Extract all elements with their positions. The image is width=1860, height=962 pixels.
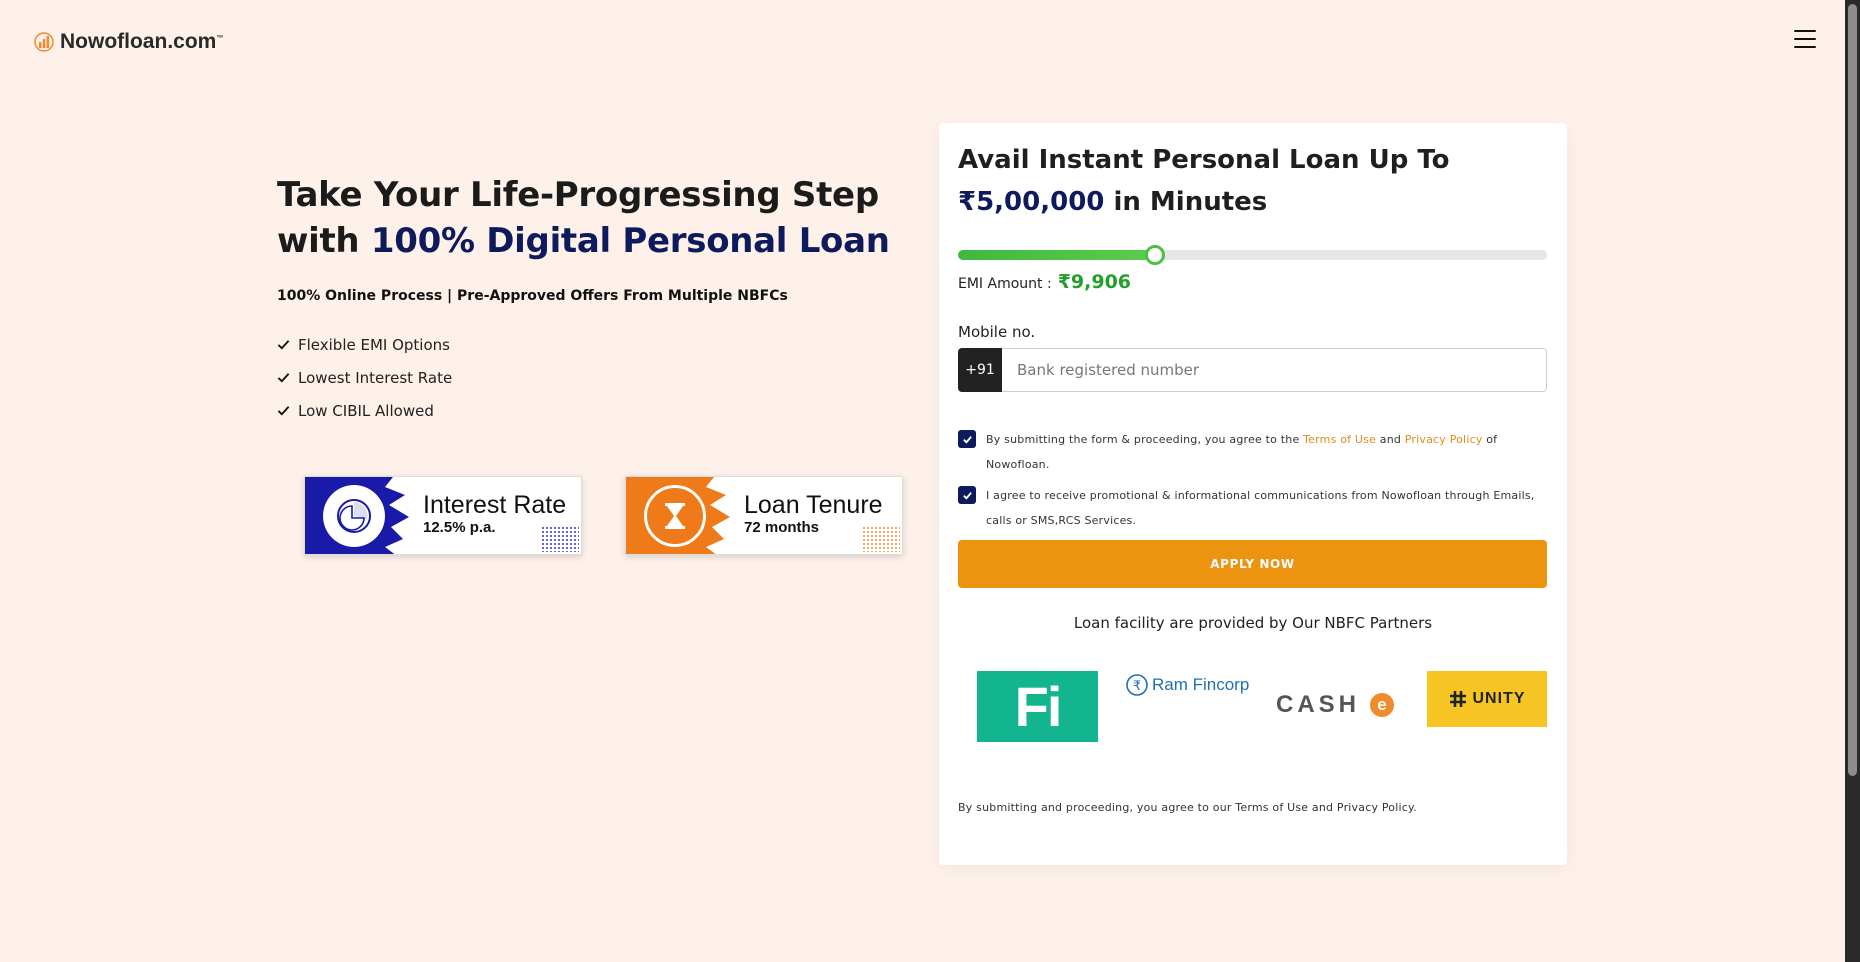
scrollbar-thumb[interactable] (1848, 4, 1857, 776)
feature-item: Lowest Interest Rate (277, 361, 917, 394)
partner-logos: Fi ₹ Ram Fincorp CASH e UNITY (958, 671, 1547, 751)
feature-list: Flexible EMI Options Lowest Interest Rat… (277, 328, 917, 427)
fi-logo: Fi (977, 671, 1098, 742)
mobile-label: Mobile no. (958, 323, 1036, 341)
slider-fill (958, 250, 1156, 260)
promo-checkbox[interactable] (958, 486, 976, 504)
unity-logo: UNITY (1427, 671, 1547, 727)
terms-checkbox[interactable] (958, 430, 976, 448)
emi-display: EMI Amount : ₹9,906 (958, 271, 1131, 293)
hamburger-menu-icon[interactable] (1794, 30, 1816, 48)
form-title: Avail Instant Personal Loan Up To ₹5,00,… (958, 145, 1450, 217)
scrollbar[interactable] (1845, 0, 1860, 962)
slider-handle[interactable] (1145, 245, 1166, 265)
feature-item: Flexible EMI Options (277, 328, 917, 361)
emi-label: EMI Amount : (958, 276, 1052, 292)
emi-value: ₹9,906 (1057, 271, 1132, 293)
ram-fincorp-logo: ₹ Ram Fincorp (1126, 674, 1249, 696)
check-icon (277, 340, 290, 350)
badge-title: Loan Tenure (744, 491, 883, 519)
interest-rate-badge: Interest Rate 12.5% p.a. (304, 476, 582, 555)
mobile-input[interactable] (1002, 348, 1547, 392)
promo-consent: I agree to receive promotional & informa… (958, 483, 1548, 533)
loan-tenure-badge: Loan Tenure 72 months (625, 476, 903, 555)
check-icon (277, 373, 290, 383)
checkmark-icon (962, 491, 972, 500)
dot-pattern (862, 526, 900, 552)
hero-title: Take Your Life-Progressing Step with 100… (277, 175, 890, 261)
partners-title: Loan facility are provided by Our NBFC P… (1073, 614, 1433, 632)
rupee-icon: ₹ (1126, 674, 1148, 696)
logo-text: Nowofloan.com™ (60, 30, 224, 53)
badge-title: Interest Rate (423, 491, 567, 519)
check-icon (277, 406, 290, 416)
promo-consent-text: I agree to receive promotional & informa… (986, 489, 1535, 527)
apply-now-button[interactable]: APPLY NOW (958, 540, 1547, 588)
hero-subtitle: 100% Online Process | Pre-Approved Offer… (277, 288, 788, 304)
terms-consent-text: By submitting the form & proceeding, you… (986, 433, 1498, 471)
mobile-input-group: +91 (958, 348, 1547, 392)
loan-amount-slider[interactable] (958, 245, 1547, 265)
svg-text:₹: ₹ (1133, 679, 1141, 694)
privacy-policy-link[interactable]: Privacy Policy (1405, 433, 1483, 446)
hourglass-icon (644, 485, 706, 547)
unity-mark-icon (1449, 691, 1466, 707)
terms-of-use-link[interactable]: Terms of Use (1303, 433, 1376, 446)
loan-form-card: Avail Instant Personal Loan Up To ₹5,00,… (939, 123, 1567, 865)
bar-chart-icon (34, 32, 54, 52)
hero-section: Take Your Life-Progressing Step with 100… (277, 172, 917, 427)
dot-pattern (541, 526, 579, 552)
checkmark-icon (962, 435, 972, 444)
footer-note: By submitting and proceeding, you agree … (958, 801, 1417, 814)
country-code: +91 (958, 348, 1002, 392)
terms-consent: By submitting the form & proceeding, you… (958, 427, 1548, 477)
logo[interactable]: Nowofloan.com™ (34, 30, 223, 54)
cashe-logo: CASH e (1276, 691, 1395, 719)
feature-item: Low CIBIL Allowed (277, 394, 917, 427)
pie-chart-icon (323, 485, 385, 547)
